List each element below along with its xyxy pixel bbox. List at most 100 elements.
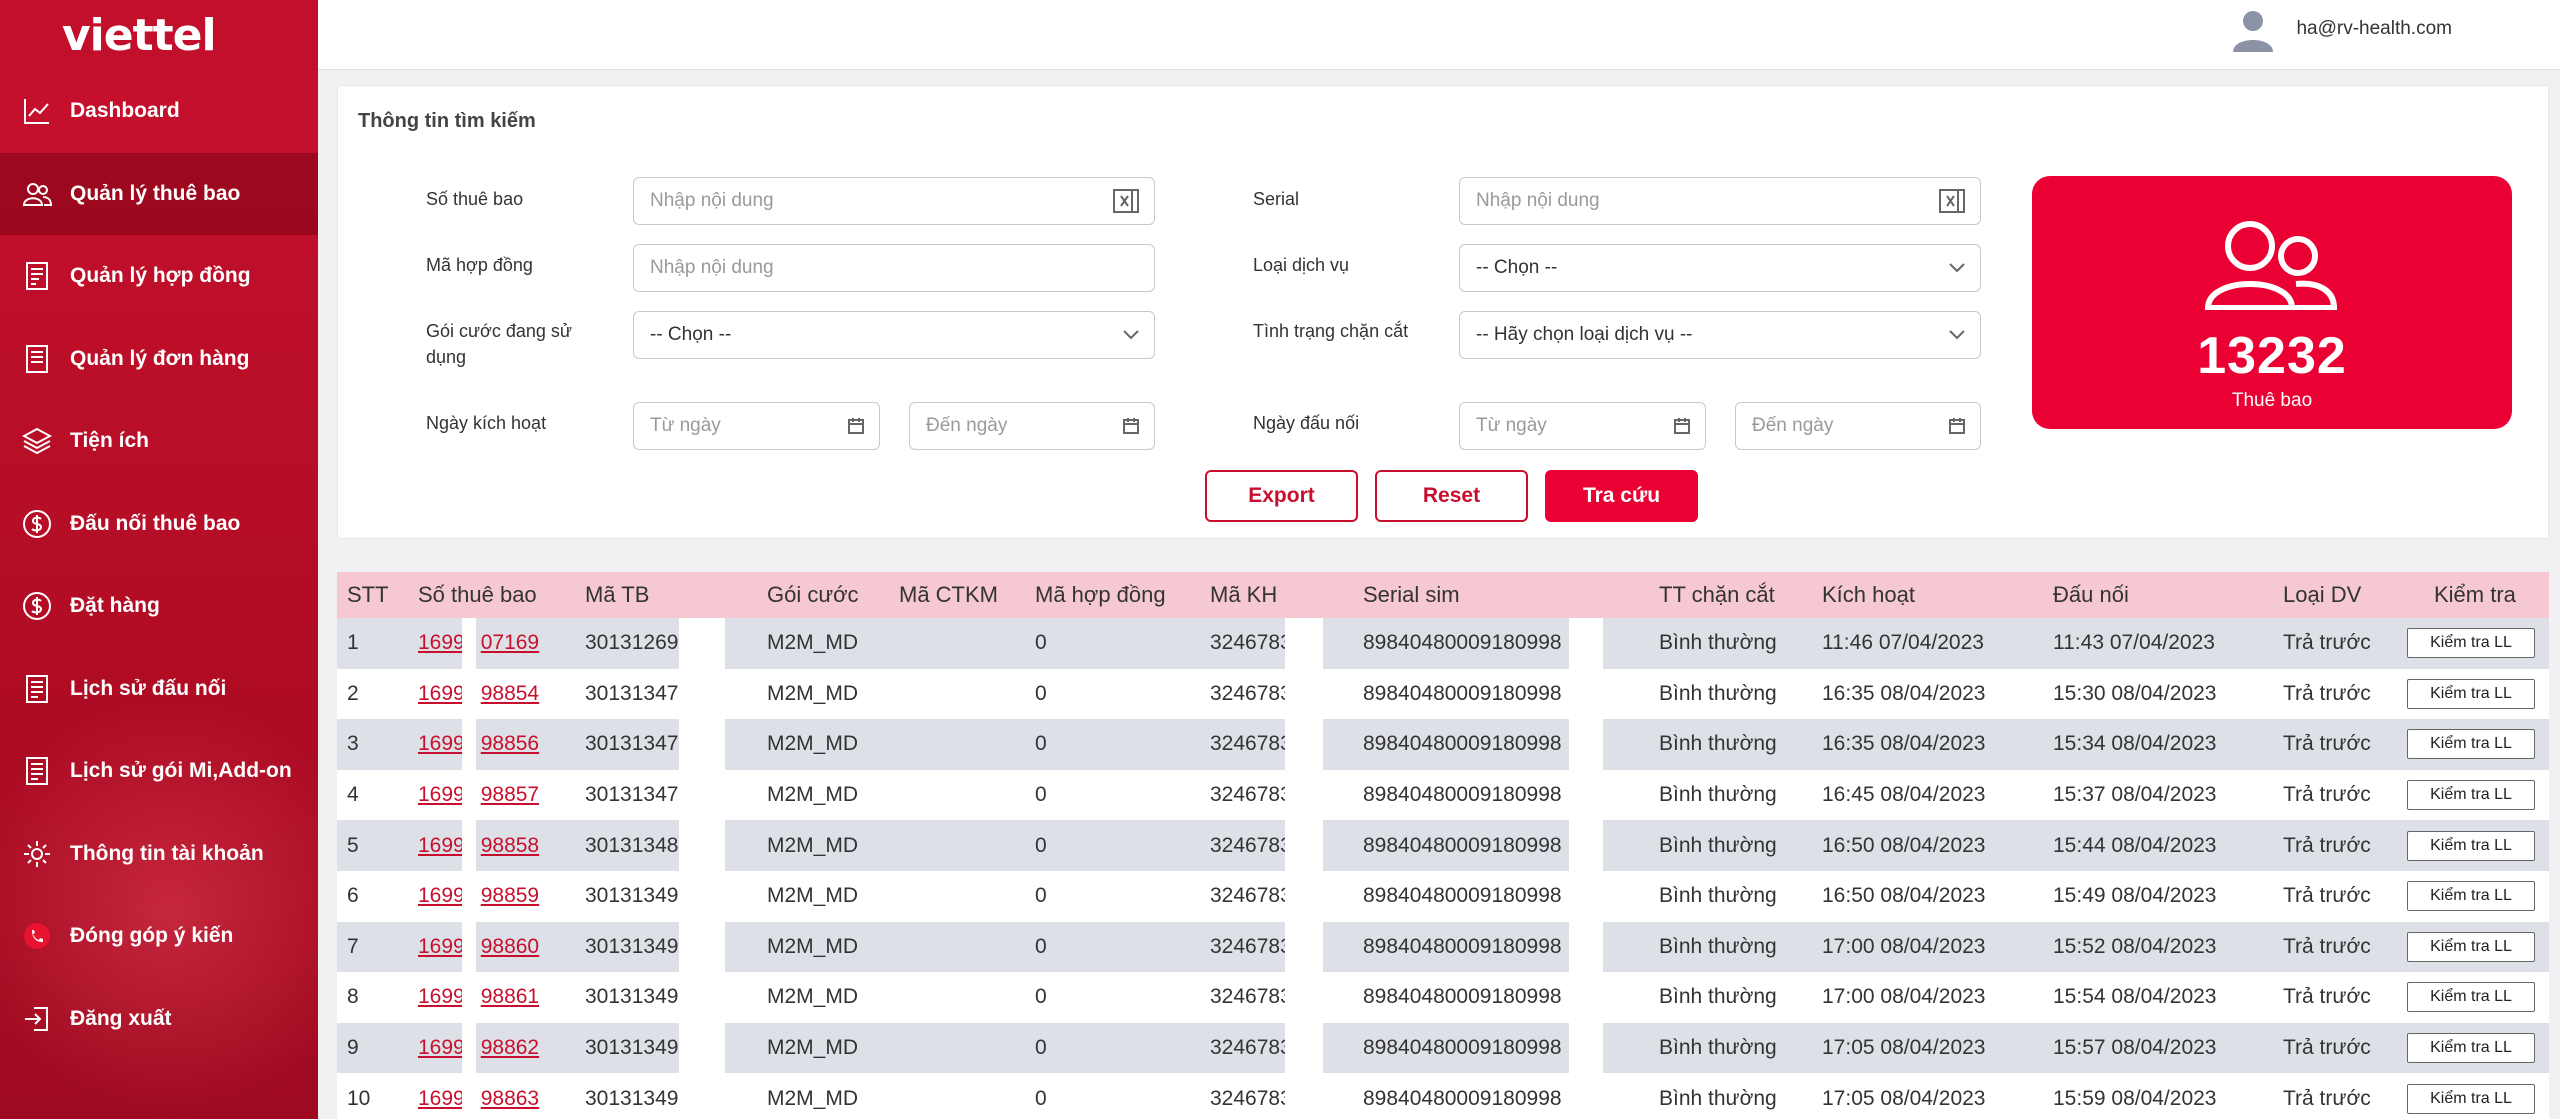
sidebar-item-10[interactable]: Thông tin tài khoản [0,813,318,896]
table-cell-ma-tb: 30131269 [585,631,679,655]
user-menu[interactable]: ha@rv-health.com [2230,6,2452,52]
column-header[interactable]: STT [347,582,389,608]
column-header[interactable]: Gói cước [767,582,859,608]
sidebar-item-7[interactable]: Đặt hàng [0,565,318,648]
table-cell-goi: M2M_MD [767,631,859,655]
dollar-icon [20,507,54,541]
sidebar-item-2[interactable]: Quản lý thuê bao [0,152,318,235]
table-cell-serial: 89840480009180998 [1363,631,1562,655]
table-cell-kich-hoat: 17:00 08/04/2023 [1822,985,1986,1009]
table-cell-loai: Trả trước [2283,783,2371,807]
phone-number-link[interactable]: 1699 98861 [418,985,539,1009]
check-ll-button[interactable]: Kiểm tra LL [2407,678,2535,709]
phone-number-link[interactable]: 1699 98858 [418,834,539,858]
table-row[interactable]: 9 1699 98862 30131349 M2M_MD 0 3246783 89840480… [337,1022,2549,1074]
column-header[interactable]: Mã CTKM [899,582,998,608]
column-header[interactable]: Đấu nối [2053,582,2129,608]
check-ll-button[interactable]: Kiểm tra LL [2407,830,2535,861]
ngay-dau-noi-to[interactable]: Đến ngày [1735,402,1981,450]
column-header[interactable]: Mã hợp đồng [1035,582,1166,608]
sidebar-item-1[interactable]: Dashboard [0,70,318,153]
column-header[interactable]: TT chặn cắt [1659,582,1775,608]
logo[interactable]: viettel [0,0,318,70]
ngay-kich-hoat-to[interactable]: Đến ngày [909,402,1155,450]
phone-number-link[interactable]: 1699 98862 [418,1036,539,1060]
table-row[interactable]: 5 1699 98858 30131348 M2M_MD 0 3246783 89840480… [337,820,2549,871]
phone-number-prefix: 1699 [418,884,465,908]
check-ll-button[interactable]: Kiểm tra LL [2407,780,2535,811]
column-header[interactable]: Loại DV [2283,582,2361,608]
table-body: 1 1699 07169 30131269 M2M_MD 0 3246783 89840480… [337,618,2549,1119]
column-header[interactable]: Serial sim [1363,582,1460,608]
phone-number-link[interactable]: 1699 98857 [418,783,539,807]
check-ll-button[interactable]: Kiểm tra LL [2407,628,2535,659]
sidebar-item-5[interactable]: Tiện ích [0,400,318,483]
table-row[interactable]: 8 1699 98861 30131349 M2M_MD 0 3246783 89840480… [337,972,2549,1023]
table-row[interactable]: 1 1699 07169 30131269 M2M_MD 0 3246783 89840480… [337,618,2549,669]
check-ll-button[interactable]: Kiểm tra LL [2407,982,2535,1013]
check-ll-button[interactable]: Kiểm tra LL [2407,1083,2535,1114]
excel-clear-icon[interactable] [1112,178,1140,224]
dollar-icon [20,589,54,623]
sidebar-item-9[interactable]: Lịch sử gói Mi,Add-on [0,730,318,813]
table-cell-tt: Bình thường [1659,631,1777,655]
table-row[interactable]: 10 1699 98863 30131349 M2M_MD 0 3246783 8984048… [337,1073,2549,1119]
loai-dich-vu-select[interactable]: -- Chọn -- [1459,244,1981,292]
ngay-kich-hoat-from-placeholder: Từ ngày [650,415,721,436]
sidebar-item-8[interactable]: Lịch sử đấu nối [0,648,318,731]
column-header[interactable]: Kiểm tra [2434,582,2516,608]
reset-button[interactable]: Reset [1375,470,1528,522]
redaction-mask [1569,870,1603,922]
table-cell-stt: 10 [347,1086,371,1110]
goi-cuoc-select[interactable]: -- Chọn -- [633,311,1155,359]
sidebar-item-12[interactable]: Đăng xuất [0,978,318,1061]
table-row[interactable]: 2 1699 98854 30131347 M2M_MD 0 3246783 89840480… [337,668,2549,720]
table-cell-kh: 3246783 [1210,681,1292,705]
ngay-kich-hoat-from[interactable]: Từ ngày [633,402,880,450]
subscriber-count-caption: Thuê bao [2231,390,2313,411]
column-header[interactable]: Số thuê bao [418,582,537,608]
column-header[interactable]: Mã TB [585,582,649,608]
serial-input[interactable]: Nhập nội dung [1459,177,1981,225]
excel-clear-icon[interactable] [1938,178,1966,224]
check-ll-button[interactable]: Kiểm tra LL [2407,931,2535,962]
table-cell-kh: 3246783 [1210,833,1292,857]
table-row[interactable]: 3 1699 98856 30131347 M2M_MD 0 3246783 89840480… [337,719,2549,770]
phone-number-link[interactable]: 1699 98860 [418,935,539,959]
phone-number-link[interactable]: 1699 98863 [418,1087,539,1111]
sidebar-item-4[interactable]: Quản lý đơn hàng [0,318,318,401]
search-button[interactable]: Tra cứu [1545,470,1698,522]
phone-number-link[interactable]: 1699 98859 [418,884,539,908]
column-header[interactable]: Mã KH [1210,582,1277,608]
check-ll-button[interactable]: Kiểm tra LL [2407,881,2535,912]
phone-number-link[interactable]: 1699 07169 [418,631,539,655]
ma-hop-dong-input[interactable]: Nhập nội dung [633,244,1155,292]
redaction-mask [1569,668,1603,720]
table-row[interactable]: 4 1699 98857 30131347 M2M_MD 0 3246783 89840480… [337,769,2549,821]
table-cell-goi: M2M_MD [767,681,859,705]
table-row[interactable]: 7 1699 98860 30131349 M2M_MD 0 3246783 89840480… [337,921,2549,973]
table-cell-goi: M2M_MD [767,783,859,807]
redaction-mask [1285,769,1323,821]
table-cell-serial: 89840480009180998 [1363,783,1562,807]
export-button[interactable]: Export [1205,470,1358,522]
column-header[interactable]: Kích hoạt [1822,582,1915,608]
phone-number-link[interactable]: 1699 98854 [418,682,539,706]
sidebar-item-label: Lịch sử đấu nối [70,676,227,700]
sidebar-item-3[interactable]: Quản lý hợp đồng [0,235,318,318]
tinh-trang-select[interactable]: -- Hãy chọn loại dịch vụ -- [1459,311,1981,359]
check-ll-button[interactable]: Kiểm tra LL [2407,729,2535,760]
table-cell-tt: Bình thường [1659,732,1777,756]
table-row[interactable]: 6 1699 98859 30131349 M2M_MD 0 3246783 89840480… [337,870,2549,922]
phone-number-link[interactable]: 1699 98856 [418,732,539,756]
ngay-dau-noi-from[interactable]: Từ ngày [1459,402,1706,450]
search-panel: Thông tin tìm kiếm Số thuê bao Nhập nội … [337,85,2549,539]
sidebar-item-11[interactable]: Đóng góp ý kiến [0,895,318,978]
redaction-mask [1569,1022,1603,1074]
check-ll-button[interactable]: Kiểm tra LL [2407,1033,2535,1064]
ngay-dau-noi-from-placeholder: Từ ngày [1476,415,1547,436]
so-thue-bao-input[interactable]: Nhập nội dung [633,177,1155,225]
sidebar-item-6[interactable]: Đấu nối thuê bao [0,483,318,566]
redaction-mask [679,921,725,973]
table-cell-loai: Trả trước [2283,985,2371,1009]
